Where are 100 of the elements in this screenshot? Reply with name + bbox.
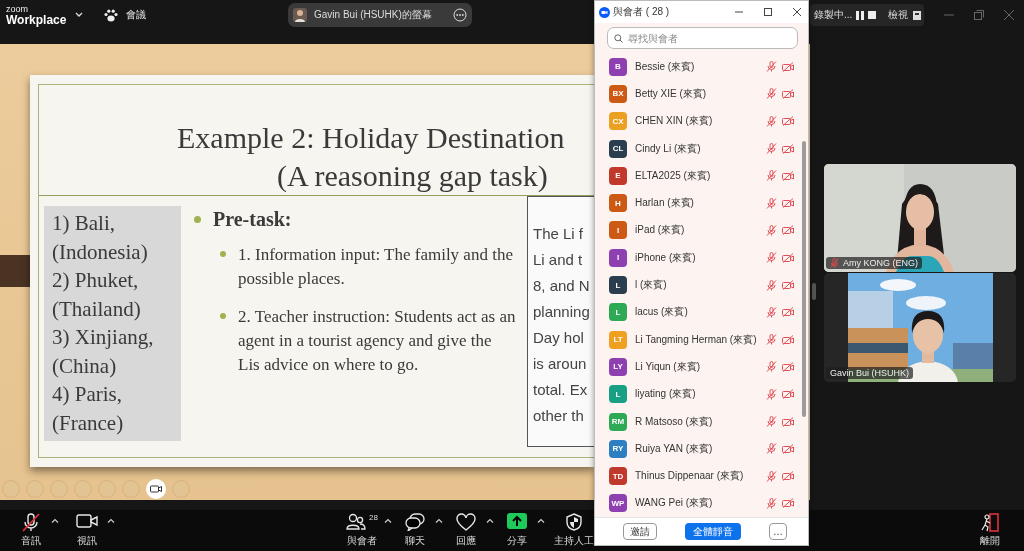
exit-door-icon xyxy=(980,513,1000,532)
participant-name: Gavin Bui (HSUHK) xyxy=(830,368,910,378)
host-tools-button[interactable]: 主持人工 xyxy=(554,513,594,548)
camera-off-icon[interactable] xyxy=(782,198,794,209)
camera-off-icon[interactable] xyxy=(782,88,794,99)
place-text: (Indonesia) xyxy=(52,238,149,266)
layout-icon xyxy=(913,10,922,20)
muted-mic-icon[interactable] xyxy=(766,252,777,264)
participant-name: Ruiya YAN (來賓) xyxy=(635,441,713,456)
camera-off-icon[interactable] xyxy=(782,361,794,372)
muted-mic-icon[interactable] xyxy=(766,334,777,346)
resize-handle[interactable] xyxy=(812,283,816,300)
box-text: other th xyxy=(533,406,585,426)
participant-name: Cindy Li (來賓) xyxy=(635,141,701,156)
chat-button[interactable]: 聊天 xyxy=(401,513,429,548)
muted-mic-icon[interactable] xyxy=(766,88,777,100)
place-text: 1) Bali, xyxy=(52,210,116,237)
camera-off-icon[interactable] xyxy=(782,252,794,263)
muted-mic-icon[interactable] xyxy=(766,170,777,182)
caret-icon[interactable] xyxy=(486,518,494,523)
box-text: is aroun xyxy=(533,354,588,374)
mute-all-button[interactable]: 全體靜音 xyxy=(685,523,741,540)
caret-icon[interactable] xyxy=(435,518,443,523)
close-icon[interactable] xyxy=(792,7,802,17)
muted-mic-icon[interactable] xyxy=(766,416,777,427)
place-text: (China) xyxy=(52,352,118,380)
search-icon xyxy=(614,34,623,43)
leave-button[interactable]: 離開 xyxy=(976,513,1004,548)
paw-icon xyxy=(104,8,118,22)
participant-name: ELTA2025 (來賓) xyxy=(635,168,711,183)
caret-icon[interactable] xyxy=(107,518,115,523)
muted-mic-icon[interactable] xyxy=(766,197,777,209)
stop-icon[interactable] xyxy=(868,11,877,19)
muted-mic-icon[interactable] xyxy=(766,279,777,291)
avatar-initials: BX xyxy=(609,84,627,103)
camera-off-icon[interactable] xyxy=(782,498,794,509)
muted-mic-icon[interactable] xyxy=(766,388,777,400)
caret-icon[interactable] xyxy=(384,518,392,523)
camera-off-icon[interactable] xyxy=(782,170,794,181)
restore-icon[interactable] xyxy=(974,10,984,20)
camera-off-icon[interactable] xyxy=(782,280,794,290)
camera-off-icon[interactable] xyxy=(782,416,794,427)
participant-name: lacus (來賓) xyxy=(635,305,688,320)
bullet-text: Pre-task: xyxy=(213,207,292,231)
video-button[interactable]: 視訊 xyxy=(73,513,101,548)
box-text: total. Ex xyxy=(533,380,589,400)
avatar-initials: I xyxy=(609,221,627,240)
meetings-button[interactable]: 會議 xyxy=(104,8,146,22)
avatar-initials: L xyxy=(609,385,627,404)
search-field[interactable]: 尋找與會者 xyxy=(607,27,798,49)
participant-name: iPad (來賓) xyxy=(635,223,685,238)
box-text: Day hol xyxy=(533,328,585,348)
screen-share-pill[interactable]: Gavin Bui (HSUHK)的螢幕 xyxy=(288,3,472,27)
avatar-initials: L xyxy=(609,276,627,294)
avatar-initials: L xyxy=(609,303,627,322)
pause-icon[interactable] xyxy=(856,10,865,20)
camera-off-icon[interactable] xyxy=(782,225,794,236)
participant-name: WANG Pei (來賓) xyxy=(635,496,713,511)
more-button[interactable]: … xyxy=(769,523,787,540)
bullet-text: 1. Information input: The family and the possible places. xyxy=(238,244,514,290)
avatar-initials: LT xyxy=(609,330,627,349)
camera-off-icon[interactable] xyxy=(782,334,794,345)
muted-mic-icon[interactable] xyxy=(766,306,777,318)
maximize-icon[interactable] xyxy=(763,7,773,17)
caret-icon[interactable] xyxy=(51,518,59,523)
camera-off-icon[interactable] xyxy=(782,471,794,482)
participant-name: Thinus Dippenaar (來賓) xyxy=(635,469,744,484)
muted-mic-icon[interactable] xyxy=(766,143,777,155)
avatar-initials: RY xyxy=(609,439,627,458)
share-button[interactable]: 分享 xyxy=(503,513,531,548)
camera-off-icon[interactable] xyxy=(782,143,794,154)
muted-mic-icon[interactable] xyxy=(766,361,777,373)
view-button[interactable]: 檢視 xyxy=(888,8,922,22)
participant-name: liyating (來賓) xyxy=(635,387,696,402)
avatar-icon xyxy=(293,8,307,22)
muted-mic-icon[interactable] xyxy=(766,224,777,236)
camera-off-icon[interactable] xyxy=(782,389,794,400)
caret-icon[interactable] xyxy=(537,518,545,523)
participants-button[interactable]: 28 與會者 xyxy=(346,513,378,548)
muted-mic-icon[interactable] xyxy=(766,470,777,482)
muted-mic-icon[interactable] xyxy=(766,497,777,509)
camera-off-icon[interactable] xyxy=(782,443,794,454)
invite-button[interactable]: 邀請 xyxy=(623,523,657,540)
muted-mic-icon[interactable] xyxy=(766,443,777,455)
camera-icon[interactable] xyxy=(146,479,166,499)
participant-name: iPhone (來賓) xyxy=(635,250,696,265)
reactions-button[interactable]: 回應 xyxy=(452,513,480,548)
muted-mic-icon[interactable] xyxy=(766,61,777,73)
camera-off-icon[interactable] xyxy=(782,307,794,318)
box-text: The Li f xyxy=(533,224,585,244)
chevron-down-icon[interactable] xyxy=(75,12,83,18)
avatar-initials: CL xyxy=(609,139,627,158)
participant-name: CHEN XIN (來賓) xyxy=(635,114,713,129)
scrollbar[interactable] xyxy=(802,141,806,417)
camera-off-icon[interactable] xyxy=(782,61,794,72)
audio-button[interactable]: 音訊 xyxy=(17,513,45,548)
place-text: 4) Paris, xyxy=(52,381,123,408)
camera-off-icon[interactable] xyxy=(782,116,794,127)
muted-mic-icon[interactable] xyxy=(766,115,777,127)
participant-name: Amy KONG (ENG) xyxy=(843,258,918,268)
